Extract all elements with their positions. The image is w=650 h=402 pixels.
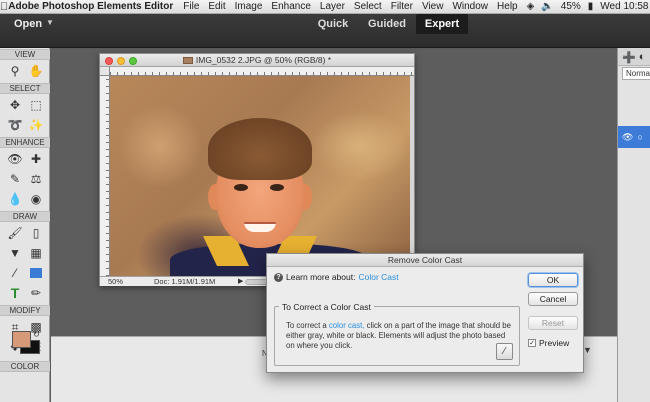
photo-canvas[interactable] — [110, 76, 410, 276]
reset-button[interactable]: Reset — [528, 316, 578, 330]
preview-label[interactable]: Preview — [539, 338, 569, 348]
preview-option: ✓ Preview — [528, 338, 569, 348]
apple-menu-icon[interactable]:  — [0, 1, 8, 13]
status-area: ◈ 🔈 45% ▮ Wed 10:58 AM — [527, 1, 650, 12]
dialog-title: Remove Color Cast — [267, 254, 583, 267]
document-window: IMG_0532 2.JPG @ 50% (RGB/8) * 50% Doc: … — [99, 53, 415, 286]
menu-help[interactable]: Help — [497, 1, 518, 12]
document-title: IMG_0532 2.JPG @ 50% (RGB/8) * — [195, 55, 332, 65]
shape-tool-icon[interactable] — [27, 264, 45, 282]
preview-checkbox[interactable]: ✓ — [528, 339, 536, 347]
document-size: Doc: 1.91M/1.91M — [154, 277, 216, 286]
menu-enhance[interactable]: Enhance — [271, 1, 310, 12]
window-close-button[interactable] — [105, 57, 113, 65]
vertical-ruler[interactable] — [100, 76, 110, 276]
volume-icon[interactable]: 🔈 — [541, 1, 553, 12]
learn-more-row: ? Learn more about: Color Cast — [274, 272, 399, 282]
sponge-tool-icon[interactable]: ◉ — [27, 190, 45, 208]
new-layer-icon[interactable]: ➕ — [622, 51, 636, 65]
magic-wand-tool-icon[interactable]: ✨ — [27, 116, 45, 134]
photo-subject-hair — [208, 118, 312, 180]
battery-percent: 45% — [552, 1, 581, 12]
photo-subject-eye-right — [270, 184, 284, 191]
adjustment-layer-icon[interactable]: ◐ — [639, 51, 646, 65]
mode-tab-quick[interactable]: Quick — [308, 14, 358, 34]
eraser-tool-icon[interactable]: ▯ — [27, 224, 45, 242]
mode-tab-expert[interactable]: Expert — [416, 14, 468, 34]
toolbox-section-color: COLOR — [0, 361, 50, 372]
menu-select[interactable]: Select — [354, 1, 382, 12]
toolbox-section-modify: MODIFY — [0, 305, 50, 316]
app-name-menu[interactable]: Adobe Photoshop Elements Editor — [8, 1, 173, 12]
gradient-tool-icon[interactable]: ▦ — [27, 244, 45, 262]
menu-layer[interactable]: Layer — [320, 1, 345, 12]
instructions-group-title: To Correct a Color Cast — [279, 302, 374, 312]
remove-color-cast-dialog: Remove Color Cast ? Learn more about: Co… — [266, 253, 584, 373]
toolbox-section-draw: DRAW — [0, 211, 50, 222]
instructions-text: To correct a color cast, click on a part… — [286, 321, 512, 351]
marquee-tool-icon[interactable]: ⬚ — [27, 96, 45, 114]
menu-image[interactable]: Image — [235, 1, 263, 12]
paint-bucket-tool-icon[interactable]: ▼ — [6, 244, 24, 262]
blur-tool-icon[interactable]: 💧 — [6, 190, 24, 208]
menu-view[interactable]: View — [422, 1, 444, 12]
bin-options-icon[interactable]: ▼ — [583, 345, 592, 355]
layer-visibility-eye-icon[interactable]: 👁 — [622, 132, 633, 143]
menu-clock[interactable]: Wed 10:58 AM — [600, 1, 650, 12]
foreground-color-swatch[interactable] — [12, 331, 31, 348]
vertical-scrollbar[interactable] — [410, 76, 414, 276]
menu-bar:  Adobe Photoshop Elements Editor File E… — [0, 0, 650, 14]
open-dropdown-icon[interactable]: ▼ — [46, 18, 54, 27]
layers-panel: ➕ ◐ Normal 👁 ○ — [617, 48, 650, 402]
horizontal-ruler[interactable] — [110, 67, 414, 76]
toolbox-section-enhance: ENHANCE — [0, 137, 50, 148]
hand-tool-icon[interactable]: ✋ — [27, 62, 45, 80]
window-zoom-button[interactable] — [129, 57, 137, 65]
toolbox-section-select: SELECT — [0, 83, 50, 94]
lasso-tool-icon[interactable]: ➰ — [6, 116, 24, 134]
status-menu-arrow-icon[interactable]: ▶ — [238, 277, 243, 286]
menu-filter[interactable]: Filter — [391, 1, 413, 12]
eyedropper-icon: ⁄ — [503, 346, 506, 357]
move-tool-icon[interactable]: ✥ — [6, 96, 24, 114]
swap-colors-icon[interactable]: ↻ — [33, 330, 40, 339]
red-eye-tool-icon[interactable]: 👁 — [6, 150, 24, 168]
ruler-origin[interactable] — [100, 67, 110, 76]
toolbox-section-view: VIEW — [0, 49, 50, 60]
eyedropper-button[interactable]: ⁄ — [496, 343, 513, 360]
menu-file[interactable]: File — [183, 1, 199, 12]
mode-tab-guided[interactable]: Guided — [362, 14, 412, 34]
photo-subject-eye-left — [234, 184, 248, 191]
spot-healing-tool-icon[interactable]: ✚ — [27, 150, 45, 168]
zoom-tool-icon[interactable]: ⚲ — [6, 62, 24, 80]
learn-more-label: Learn more about: — [286, 272, 356, 282]
layer-lock-icon[interactable]: ○ — [637, 132, 642, 142]
ok-button[interactable]: OK — [528, 273, 578, 287]
photo-subject-smile — [244, 222, 276, 232]
menu-edit[interactable]: Edit — [208, 1, 225, 12]
type-tool-icon[interactable]: T — [6, 284, 24, 302]
menu-window[interactable]: Window — [452, 1, 488, 12]
learn-more-link[interactable]: Color Cast — [358, 272, 398, 282]
color-cast-link[interactable]: color cast, — [329, 321, 365, 330]
zoom-level[interactable]: 50% — [108, 277, 123, 286]
pencil-tool-icon[interactable]: ✏ — [27, 284, 45, 302]
cancel-button[interactable]: Cancel — [528, 292, 578, 306]
smart-brush-tool-icon[interactable]: ✎ — [6, 170, 24, 188]
document-file-icon — [182, 57, 193, 65]
document-title-bar[interactable]: IMG_0532 2.JPG @ 50% (RGB/8) * — [100, 54, 414, 67]
blend-mode-select[interactable]: Normal — [622, 67, 650, 80]
brush-tool-icon[interactable]: 🖌 — [6, 224, 24, 242]
instructions-prefix: To correct a — [286, 321, 327, 330]
window-minimize-button[interactable] — [117, 57, 125, 65]
color-picker-tool-icon[interactable]: ⁄ — [6, 264, 24, 282]
layer-row[interactable]: 👁 ○ — [618, 126, 650, 148]
battery-icon[interactable]: ▮ — [588, 1, 594, 12]
help-icon: ? — [274, 272, 283, 282]
open-button[interactable]: Open — [14, 18, 42, 30]
clone-stamp-tool-icon[interactable]: ⚖ — [27, 170, 45, 188]
layers-panel-toolbar: ➕ ◐ — [618, 48, 650, 66]
wifi-icon[interactable]: ◈ — [527, 1, 535, 12]
